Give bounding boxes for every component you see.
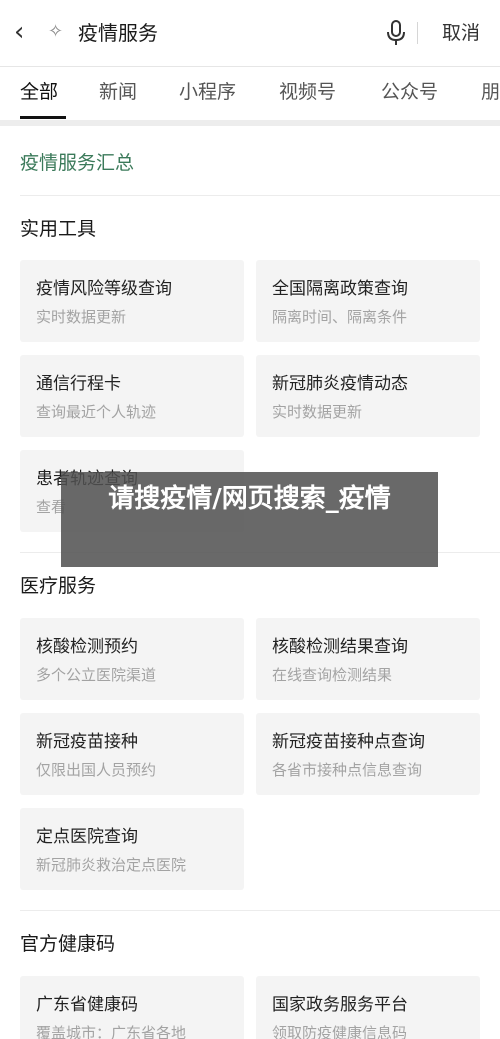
card-subtitle: 新冠肺炎救治定点医院 <box>36 856 187 874</box>
card-subtitle: 实时数据更新 <box>36 308 127 326</box>
card-travel-card[interactable]: 通信行程卡 查询最近个人轨迹 <box>20 355 244 437</box>
card-title: 定点医院查询 <box>36 827 138 847</box>
card-quarantine-policy-query[interactable]: 全国隔离政策查询 隔离时间、隔离条件 <box>256 260 480 342</box>
caption-overlay: 请搜疫情/网页搜索_疫情 <box>61 472 438 567</box>
card-subtitle: 在线查询检测结果 <box>272 666 393 684</box>
tab-mini-programs[interactable]: 小程序 <box>179 79 236 105</box>
card-subtitle: 各省市接种点信息查询 <box>272 761 423 779</box>
card-national-gov-service[interactable]: 国家政务服务平台 领取防疫健康信息码 <box>256 976 480 1039</box>
cancel-button[interactable]: 取消 <box>442 19 480 47</box>
search-bar: ‹ ✧ 疫情服务 取消 <box>0 0 500 66</box>
microphone-icon[interactable] <box>384 18 408 48</box>
tab-channels[interactable]: 视频号 <box>279 79 336 105</box>
section-title-medical: 医疗服务 <box>20 575 97 597</box>
card-subtitle: 实时数据更新 <box>272 403 363 421</box>
card-title: 疫情风险等级查询 <box>36 279 172 299</box>
card-subtitle: 仅限出国人员预约 <box>36 761 157 779</box>
divider <box>20 910 500 911</box>
card-title: 核酸检测结果查询 <box>272 637 408 657</box>
results-panel: 疫情服务汇总 实用工具 疫情风险等级查询 实时数据更新 全国隔离政策查询 隔离时… <box>0 126 500 1039</box>
tab-bar: 全部 新闻 小程序 视频号 公众号 朋 <box>0 66 500 120</box>
section-title-health-code: 官方健康码 <box>20 933 116 955</box>
tab-all[interactable]: 全部 <box>20 79 58 105</box>
card-subtitle: 隔离时间、隔离条件 <box>272 308 408 326</box>
card-nucleic-result-query[interactable]: 核酸检测结果查询 在线查询检测结果 <box>256 618 480 700</box>
card-designated-hospital-query[interactable]: 定点医院查询 新冠肺炎救治定点医院 <box>20 808 244 890</box>
card-nucleic-test-booking[interactable]: 核酸检测预约 多个公立医院渠道 <box>20 618 244 700</box>
card-epidemic-updates[interactable]: 新冠肺炎疫情动态 实时数据更新 <box>256 355 480 437</box>
card-vaccination[interactable]: 新冠疫苗接种 仅限出国人员预约 <box>20 713 244 795</box>
summary-title-link[interactable]: 疫情服务汇总 <box>20 150 134 176</box>
divider <box>20 195 500 196</box>
active-tab-indicator <box>20 116 66 119</box>
card-title: 核酸检测预约 <box>36 637 138 657</box>
card-title: 新冠肺炎疫情动态 <box>272 374 408 394</box>
card-title: 新冠疫苗接种 <box>36 732 138 752</box>
card-risk-level-query[interactable]: 疫情风险等级查询 实时数据更新 <box>20 260 244 342</box>
tab-news[interactable]: 新闻 <box>99 79 137 105</box>
tab-official-accounts[interactable]: 公众号 <box>381 79 438 105</box>
card-subtitle: 查询最近个人轨迹 <box>36 403 157 421</box>
card-subtitle: 领取防疫健康信息码 <box>272 1024 408 1039</box>
caption-text: 请搜疫情/网页搜索_疫情 <box>108 484 391 514</box>
card-title: 国家政务服务平台 <box>272 995 408 1015</box>
card-title: 通信行程卡 <box>36 374 121 394</box>
chevron-left-icon[interactable]: ‹ <box>14 17 38 47</box>
sparkle-icon: ✧ <box>48 21 64 42</box>
divider <box>417 22 418 44</box>
card-subtitle: 覆盖城市：广东省各地 <box>36 1024 187 1039</box>
tab-moments[interactable]: 朋 <box>481 79 500 105</box>
card-title: 新冠疫苗接种点查询 <box>272 732 425 752</box>
card-vaccination-site-query[interactable]: 新冠疫苗接种点查询 各省市接种点信息查询 <box>256 713 480 795</box>
card-title: 广东省健康码 <box>36 995 138 1015</box>
card-guangdong-health-code[interactable]: 广东省健康码 覆盖城市：广东省各地 <box>20 976 244 1039</box>
search-input[interactable]: 疫情服务 <box>78 19 158 47</box>
card-subtitle: 多个公立医院渠道 <box>36 666 157 684</box>
section-title-tools: 实用工具 <box>20 218 97 240</box>
card-title: 全国隔离政策查询 <box>272 279 408 299</box>
